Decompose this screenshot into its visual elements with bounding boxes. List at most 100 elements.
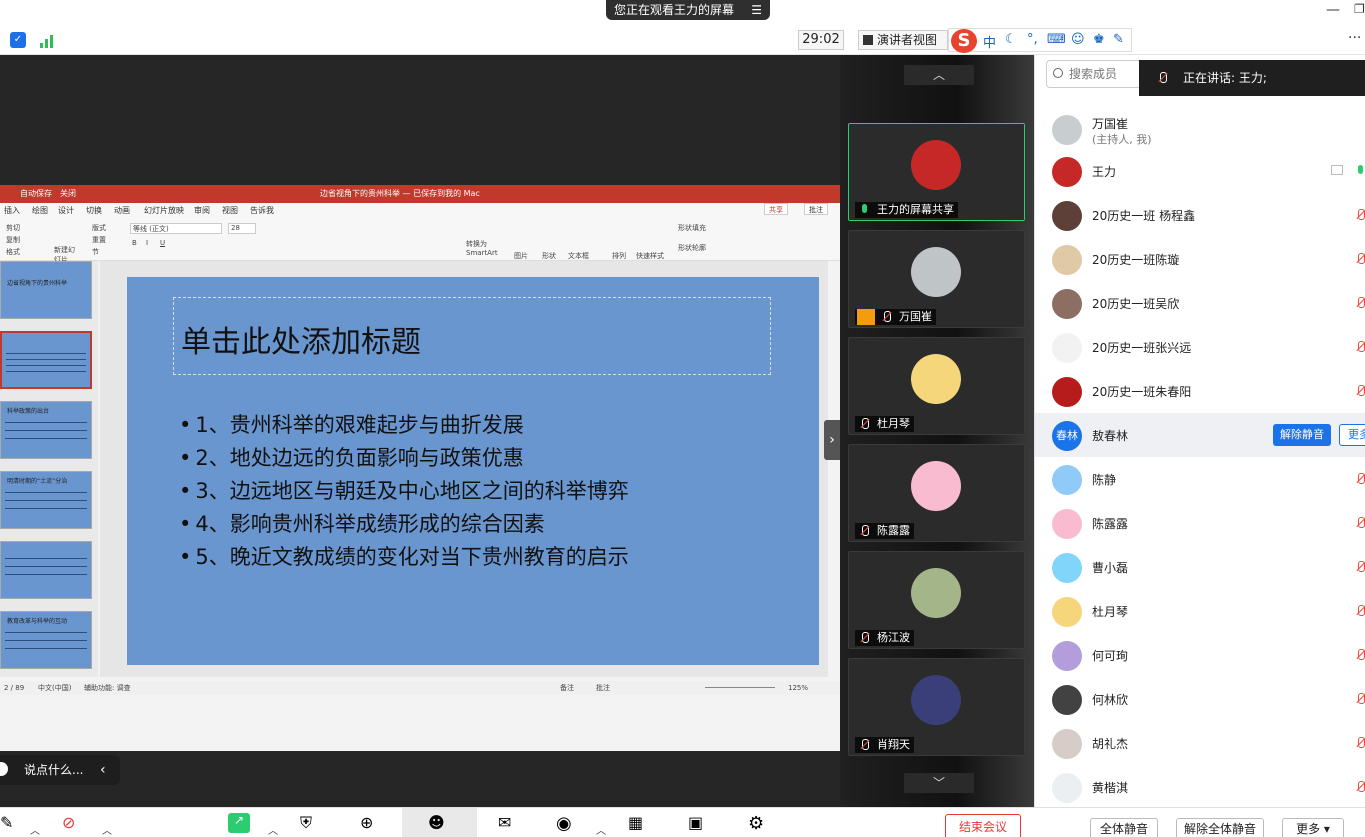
chevron-up-icon[interactable]: ︿ [30, 822, 40, 837]
accessibility-indicator[interactable]: 辅助功能: 调查 [84, 681, 131, 695]
video-tile[interactable]: 杜月琴 [848, 337, 1025, 435]
participant-row[interactable]: 春林 敖春林 解除静音 更多 [1035, 413, 1365, 457]
participant-row[interactable]: 何林欣 [1035, 677, 1365, 721]
mute-all-button[interactable]: 全体静音 [1090, 818, 1158, 837]
scroll-down-button[interactable]: ﹀ [904, 773, 974, 793]
microphone-muted-icon[interactable] [1355, 297, 1365, 309]
keyboard-icon[interactable]: ⌨ [1047, 32, 1066, 47]
participant-row[interactable]: 胡礼杰 [1035, 721, 1365, 765]
shirt-icon[interactable]: ♚ [1093, 32, 1105, 47]
settings-gear-icon[interactable]: ⚙ [748, 813, 770, 834]
video-tile[interactable]: 万国崔 [848, 230, 1025, 328]
microphone-muted-icon[interactable] [1355, 605, 1365, 617]
slide-thumbnail-1[interactable]: 边省视角下的贵州科举 [0, 261, 92, 319]
participant-more-button[interactable]: 更多 [1339, 424, 1365, 446]
participant-row[interactable]: 黄楷淇 [1035, 765, 1365, 809]
microphone-muted-icon[interactable] [1355, 737, 1365, 749]
underline-button[interactable]: U [160, 239, 165, 247]
chat-icon[interactable]: ✉ [498, 813, 520, 833]
chevron-left-icon[interactable]: ‹ [100, 755, 106, 785]
font-name-select[interactable]: 等线 (正文) [130, 223, 222, 234]
unmute-all-button[interactable]: 解除全体静音 [1176, 818, 1264, 837]
participant-row[interactable]: 20历史一班陈璇 [1035, 237, 1365, 281]
shape-outline-button[interactable]: 形状轮廓 [678, 243, 706, 253]
textbox-button[interactable]: 文本框 [568, 251, 589, 261]
tab-view[interactable]: 视图 [222, 203, 238, 219]
viewing-indicator[interactable]: 您正在观看王力的屏幕 ☰ [606, 0, 770, 20]
panel-more-button[interactable]: 更多 ▾ [1282, 818, 1344, 837]
record-icon[interactable]: ◉ [556, 813, 578, 834]
cut-button[interactable]: 剪切 [6, 223, 20, 233]
end-meeting-button[interactable]: 结束会议 [945, 814, 1021, 837]
slide-thumbnail-3[interactable]: 科举政策的出台 [0, 401, 92, 459]
tab-transitions[interactable]: 切换 [86, 203, 102, 219]
punctuation-icon[interactable]: °, [1027, 32, 1038, 47]
participant-row[interactable]: 陈露露 [1035, 501, 1365, 545]
slide-title[interactable]: 单击此处添加标题 [181, 317, 421, 361]
reset-button[interactable]: 重置 [92, 235, 106, 245]
video-tile[interactable]: 王力的屏幕共享 [848, 123, 1025, 221]
tab-insert[interactable]: 插入 [4, 203, 20, 219]
tab-design[interactable]: 设计 [58, 203, 74, 219]
tab-review[interactable]: 审阅 [194, 203, 210, 219]
participant-row[interactable]: 王力 [1035, 149, 1365, 193]
chevron-up-icon[interactable]: ︿ [102, 822, 112, 837]
tab-slideshow[interactable]: 幻灯片放映 [144, 203, 184, 219]
more-options-icon[interactable]: ··· [1348, 30, 1361, 46]
ime-language-toggle[interactable]: 中 [983, 32, 996, 51]
tab-draw[interactable]: 绘图 [32, 203, 48, 219]
current-slide[interactable]: 单击此处添加标题 1、贵州科举的艰难起步与曲折发展 2、地处边远的负面影响与政策… [127, 277, 819, 665]
user-icon[interactable]: ☺ [1071, 32, 1085, 47]
chat-quick-input[interactable]: 说点什么... ‹ [0, 755, 120, 785]
restore-icon[interactable]: ❐ [1354, 2, 1365, 16]
participant-row[interactable]: 何可珣 [1035, 633, 1365, 677]
font-size-select[interactable]: 28 [228, 223, 256, 234]
participant-row[interactable]: 20历史一班吴欣 [1035, 281, 1365, 325]
microphone-muted-icon[interactable] [1355, 693, 1365, 705]
tab-animations[interactable]: 动画 [114, 203, 130, 219]
collapse-video-button[interactable]: › [824, 420, 840, 460]
member-search-input[interactable]: 搜索成员 [1046, 60, 1146, 88]
video-tile[interactable]: 肖翔天 [848, 658, 1025, 756]
zoom-slider[interactable] [705, 687, 775, 688]
video-off-icon[interactable]: ⊘ [62, 813, 84, 833]
participants-button[interactable]: ☻ [402, 808, 477, 837]
chevron-up-icon[interactable]: ︿ [596, 822, 606, 837]
italic-button[interactable]: I [146, 239, 148, 247]
video-tile[interactable]: 杨江波 [848, 551, 1025, 649]
apps-icon[interactable]: ▣ [688, 813, 710, 833]
participant-row[interactable]: 20历史一班 杨程鑫 [1035, 193, 1365, 237]
section-button[interactable]: 节 [92, 247, 99, 257]
slide-thumbnail-2[interactable] [0, 331, 92, 389]
network-signal-icon[interactable] [40, 32, 58, 48]
chevron-up-icon[interactable]: ︿ [268, 822, 278, 837]
invite-icon[interactable]: ⊕ [360, 813, 382, 833]
arrange-button[interactable]: 排列 [612, 251, 626, 261]
share-screen-icon[interactable]: ↗ [228, 813, 250, 833]
microphone-on-icon[interactable] [1355, 165, 1365, 177]
participant-row[interactable]: 陈静 [1035, 457, 1365, 501]
unmute-participant-button[interactable]: 解除静音 [1273, 424, 1331, 446]
ppt-comment-button[interactable]: 批注 [804, 203, 828, 215]
microphone-muted-icon[interactable] [1355, 209, 1365, 221]
slide-thumbnail-6[interactable]: 教育改革与科举的互动 [0, 611, 92, 669]
ime-logo-icon[interactable]: S [951, 29, 977, 53]
ime-toolbar[interactable]: S 中 ☾ °, ⌨ ☺ ♚ ✎ [948, 28, 1132, 53]
moon-icon[interactable]: ☾ [1005, 32, 1017, 47]
video-tile[interactable]: 陈露露 [848, 444, 1025, 542]
security-shield-icon[interactable]: ✓ [10, 32, 26, 48]
participant-row[interactable]: 20历史一班张兴远 [1035, 325, 1365, 369]
quick-styles-button[interactable]: 快速样式 [636, 251, 664, 261]
slide-bullets[interactable]: 1、贵州科举的艰难起步与曲折发展 2、地处边远的负面影响与政策优惠 3、边远地区… [179, 409, 628, 574]
slide-thumbnail-5[interactable] [0, 541, 92, 599]
minimize-icon[interactable]: — [1326, 2, 1340, 18]
slide-thumbnails[interactable]: 边省视角下的贵州科举 科举政策的出台 明清时期的“土流”分治 教育改革与科举的互… [0, 261, 98, 677]
microphone-muted-icon[interactable] [1355, 517, 1365, 529]
autosave-toggle[interactable]: 关闭 [60, 185, 76, 203]
layout-button[interactable]: 版式 [92, 223, 106, 233]
participant-row[interactable]: 20历史一班朱春阳 [1035, 369, 1365, 413]
picture-button[interactable]: 图片 [514, 251, 528, 261]
microphone-muted-icon[interactable] [1355, 561, 1365, 573]
security-icon[interactable]: ⛨ [300, 813, 322, 833]
slide-thumbnail-4[interactable]: 明清时期的“土流”分治 [0, 471, 92, 529]
